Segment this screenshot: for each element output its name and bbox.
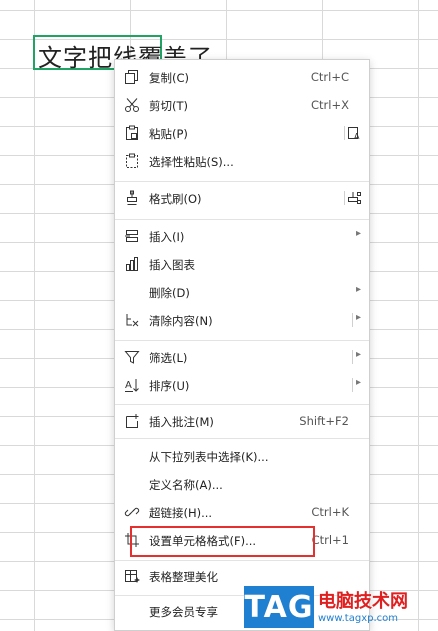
menu-item-shortcut: Ctrl+C — [310, 70, 349, 84]
menu-item-label: 定义名称(A)... — [149, 478, 223, 492]
submenu-arrow-icon: ▸ — [355, 228, 361, 239]
menu-item-paste-special[interactable]: 选择性粘贴(S)... — [115, 148, 369, 174]
table-magic-icon — [123, 567, 141, 585]
paste-icon — [123, 124, 141, 142]
format-painter-icon — [123, 189, 141, 207]
menu-item-filter[interactable]: 筛选(L) ▸ — [115, 344, 369, 370]
filter-icon — [123, 348, 141, 366]
menu-item-insert[interactable]: 插入(I) ▸ — [115, 223, 369, 249]
paste-special-icon — [123, 152, 141, 170]
menu-item-label: 插入图表 — [149, 258, 195, 272]
menu-item-shortcut: Ctrl+K — [311, 505, 349, 519]
menu-item-sort[interactable]: A 排序(U) ▸ — [115, 372, 369, 398]
link-icon — [123, 503, 141, 521]
menu-item-label: 插入(I) — [149, 230, 185, 244]
menu-separator — [115, 181, 369, 182]
menu-separator — [115, 560, 369, 561]
submenu-arrow-icon: ▸ — [355, 312, 361, 323]
svg-text:A: A — [125, 380, 132, 391]
insert-icon — [123, 227, 141, 245]
sort-icon: A — [123, 376, 141, 394]
menu-item-label: 剪切(T) — [149, 99, 188, 113]
watermark: TAG 电脑技术网 www.tagxp.com — [244, 583, 438, 631]
menu-item-shortcut: Shift+F2 — [299, 414, 349, 428]
menu-item-pick-from-list[interactable]: 从下拉列表中选择(K)... — [115, 443, 369, 469]
menu-item-paste[interactable]: 粘贴(P) A — [115, 120, 369, 146]
submenu-arrow-icon: ▸ — [355, 377, 361, 388]
eraser-icon — [123, 311, 141, 329]
menu-item-shortcut: Ctrl+X — [311, 98, 349, 112]
menu-item-define-name[interactable]: 定义名称(A)... — [115, 471, 369, 497]
menu-item-copy[interactable]: 复制(C) Ctrl+C — [115, 64, 369, 90]
menu-item-insert-comment[interactable]: 插入批注(M) Shift+F2 — [115, 408, 369, 434]
menu-item-label: 删除(D) — [149, 286, 190, 300]
menu-item-format-painter[interactable]: 格式刷(O) — [115, 185, 369, 211]
menu-item-label: 超链接(H)... — [149, 506, 213, 520]
highlight-box — [130, 526, 315, 557]
menu-item-label: 更多会员专享 — [149, 605, 218, 619]
chart-icon — [123, 255, 141, 273]
copy-icon — [123, 68, 141, 86]
comment-icon — [123, 412, 141, 430]
menu-item-label: 复制(C) — [149, 71, 190, 85]
menu-separator — [115, 340, 369, 341]
menu-item-delete[interactable]: 删除(D) ▸ — [115, 279, 369, 305]
menu-item-label: 表格整理美化 — [149, 570, 218, 584]
menu-item-label: 筛选(L) — [149, 351, 188, 365]
menu-item-label: 格式刷(O) — [149, 192, 202, 206]
menu-item-insert-chart[interactable]: 插入图表 — [115, 251, 369, 277]
menu-item-label: 选择性粘贴(S)... — [149, 155, 234, 169]
watermark-title: 电脑技术网 — [318, 591, 408, 612]
scissors-icon — [123, 96, 141, 114]
menu-item-clear-contents[interactable]: 清除内容(N) ▸ — [115, 307, 369, 333]
menu-item-label: 粘贴(P) — [149, 127, 188, 141]
svg-text:A: A — [354, 132, 360, 141]
menu-item-label: 清除内容(N) — [149, 314, 213, 328]
menu-item-cut[interactable]: 剪切(T) Ctrl+X — [115, 92, 369, 118]
menu-item-label: 排序(U) — [149, 379, 190, 393]
menu-item-label: 插入批注(M) — [149, 415, 214, 429]
menu-item-label: 从下拉列表中选择(K)... — [149, 450, 269, 464]
menu-divider — [352, 313, 353, 327]
menu-divider — [352, 378, 353, 392]
submenu-arrow-icon: ▸ — [355, 284, 361, 295]
watermark-url: www.tagxp.com — [318, 613, 398, 624]
paste-options-icon[interactable]: A — [345, 124, 363, 142]
menu-separator — [115, 219, 369, 220]
menu-item-shortcut: Ctrl+1 — [311, 533, 349, 547]
format-painter-more-icon[interactable] — [345, 189, 363, 207]
submenu-arrow-icon: ▸ — [355, 349, 361, 360]
menu-divider — [352, 350, 353, 364]
watermark-badge: TAG — [244, 586, 314, 628]
menu-separator — [115, 404, 369, 405]
menu-separator — [115, 438, 369, 439]
menu-item-hyperlink[interactable]: 超链接(H)... Ctrl+K — [115, 499, 369, 525]
